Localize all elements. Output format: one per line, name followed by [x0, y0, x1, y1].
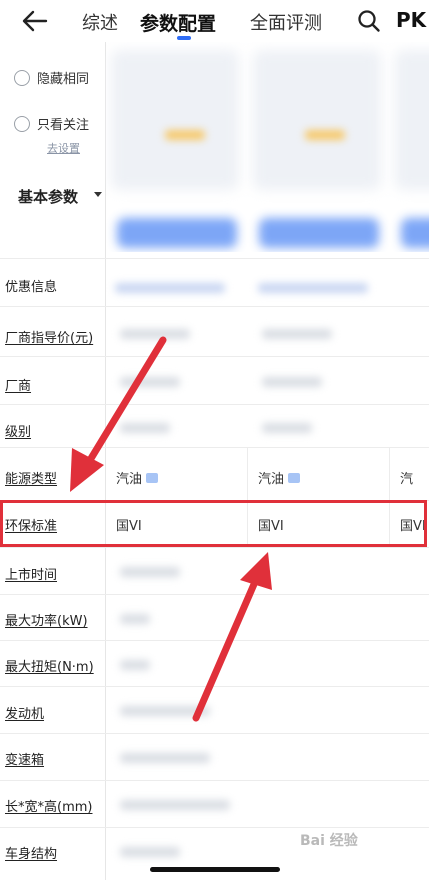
arrow-down-icon	[70, 336, 167, 492]
annotation-arrows	[70, 336, 272, 722]
arrow-up-icon	[192, 552, 272, 722]
home-indicator[interactable]	[150, 867, 280, 872]
watermark: Bai 经验	[300, 833, 358, 849]
